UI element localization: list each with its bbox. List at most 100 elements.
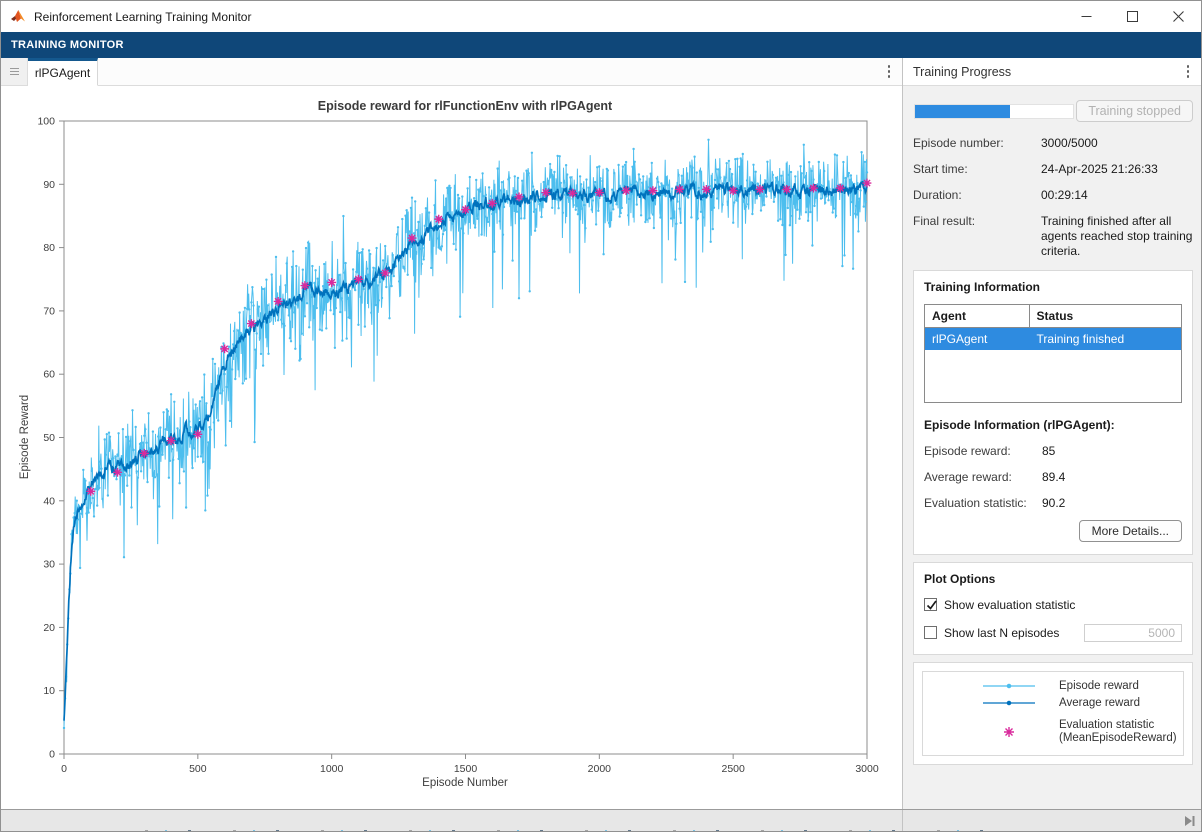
- stat-label: Average reward:: [924, 470, 1042, 484]
- panel-header: Training Progress: [903, 58, 1202, 86]
- svg-text:500: 500: [189, 763, 207, 775]
- svg-text:100: 100: [37, 116, 55, 128]
- field-label: Final result:: [913, 214, 1041, 259]
- svg-text:1500: 1500: [454, 763, 478, 775]
- panel-title: Training Progress: [903, 65, 1011, 79]
- start-time-row: Start time: 24-Apr-2025 21:26:33: [913, 162, 1193, 177]
- svg-text:60: 60: [43, 369, 55, 381]
- show-evaluation-statistic-option[interactable]: Show evaluation statistic: [924, 598, 1182, 612]
- legend-item-evaluation-statistic: Evaluation statistic (MeanEpisodeReward): [963, 719, 1179, 745]
- average-reward-row: Average reward: 89.4: [924, 470, 1182, 484]
- checkbox[interactable]: [924, 598, 937, 611]
- evaluation-statistic-row: Evaluation statistic: 90.2: [924, 496, 1182, 510]
- kebab-menu-icon: [1187, 65, 1190, 68]
- tab-rlpgagent[interactable]: rlPGAgent: [28, 58, 98, 86]
- toolstrip-tab-training-monitor[interactable]: TRAINING MONITOR: [1, 39, 124, 51]
- legend-label: Episode reward: [1059, 680, 1139, 693]
- more-details-button[interactable]: More Details...: [1079, 520, 1182, 542]
- chart-title: Episode reward for rlFunctionEnv with rl…: [318, 99, 613, 113]
- svg-text:2000: 2000: [588, 763, 612, 775]
- field-value: Training finished after all agents reach…: [1041, 214, 1193, 259]
- app-window: Reinforcement Learning Training Monitor …: [0, 0, 1202, 832]
- legend-item-average-reward: Average reward: [963, 697, 1179, 710]
- x-axis-label: Episode Number: [422, 777, 508, 789]
- show-last-n-episodes-option[interactable]: Show last N episodes: [924, 624, 1182, 642]
- final-result-row: Final result: Training finished after al…: [913, 214, 1193, 259]
- svg-text:50: 50: [43, 432, 55, 444]
- y-axis-label: Episode Reward: [19, 395, 31, 479]
- episode-number-row: Episode number: 3000/5000: [913, 136, 1193, 151]
- minimize-icon: [1081, 11, 1092, 22]
- section-title: Training Information: [924, 280, 1182, 294]
- tab-options-menu[interactable]: [876, 58, 902, 85]
- close-button[interactable]: [1155, 1, 1201, 32]
- svg-text:1000: 1000: [320, 763, 344, 775]
- svg-text:10: 10: [43, 685, 55, 697]
- episode-info-title: Episode Information (rlPGAgent):: [924, 418, 1182, 432]
- legend-label: Average reward: [1059, 697, 1140, 710]
- table-row[interactable]: rlPGAgent Training finished: [925, 328, 1182, 351]
- average-reward-line-swatch-icon: [965, 697, 1053, 709]
- legend-item-episode-reward: Episode reward: [963, 680, 1179, 693]
- agents-table: Agent Status rlPGAgent Training finished: [924, 304, 1182, 403]
- main-area: Episode reward for rlFunctionEnv with rl…: [1, 86, 1201, 809]
- agent-cell: rlPGAgent: [925, 328, 1030, 351]
- field-value: 3000/5000: [1041, 136, 1193, 151]
- document-tab-bar: rlPGAgent: [1, 58, 902, 86]
- training-stopped-button[interactable]: Training stopped: [1076, 100, 1193, 122]
- window-title: Reinforcement Learning Training Monitor: [34, 10, 251, 24]
- column-header-agent: Agent: [925, 305, 1030, 328]
- legend-box: Episode reward Average reward: [922, 671, 1184, 756]
- check-icon: [925, 598, 939, 612]
- svg-text:80: 80: [43, 242, 55, 254]
- stat-label: Episode reward:: [924, 444, 1042, 458]
- svg-text:2500: 2500: [721, 763, 745, 775]
- episode-reward-line-swatch-icon: [965, 680, 1053, 692]
- checkbox-label: Show evaluation statistic: [944, 598, 1075, 612]
- panel-divider: [902, 810, 903, 832]
- toolstrip-tab-bar: TRAINING MONITOR: [1, 32, 1201, 58]
- plot-options-card: Plot Options Show evaluation statistic: [913, 562, 1193, 655]
- training-information-card: Training Information Agent Status rlPGAg…: [913, 270, 1193, 555]
- svg-text:20: 20: [43, 622, 55, 634]
- chart-panel: Episode reward for rlFunctionEnv with rl…: [1, 86, 902, 809]
- expand-panel-button[interactable]: [1183, 814, 1195, 828]
- field-label: Duration:: [913, 188, 1041, 203]
- asterisk-marker-icon: [965, 723, 1053, 741]
- field-value: 00:29:14: [1041, 188, 1193, 203]
- svg-text:3000: 3000: [855, 763, 879, 775]
- reward-chart[interactable]: Episode reward for rlFunctionEnv with rl…: [1, 86, 902, 809]
- title-bar: Reinforcement Learning Training Monitor: [1, 1, 1201, 32]
- duration-row: Duration: 00:29:14: [913, 188, 1193, 203]
- stat-value: 85: [1042, 444, 1055, 458]
- legend-card: Episode reward Average reward: [913, 662, 1193, 765]
- stat-label: Evaluation statistic:: [924, 496, 1042, 510]
- svg-text:0: 0: [49, 749, 55, 761]
- column-header-status: Status: [1029, 305, 1181, 328]
- last-n-episodes-input[interactable]: [1084, 624, 1182, 642]
- panel-grip-icon[interactable]: [1, 58, 28, 85]
- empty-table-area: [925, 350, 1182, 402]
- close-icon: [1173, 11, 1184, 22]
- legend-label: Evaluation statistic (MeanEpisodeReward): [1059, 719, 1177, 745]
- panel-options-menu[interactable]: [1173, 58, 1202, 85]
- episode-reward-row: Episode reward: 85: [924, 444, 1182, 458]
- minimize-button[interactable]: [1063, 1, 1109, 32]
- checkbox-label: Show last N episodes: [944, 626, 1059, 640]
- collapsed-bottom-strip: [1, 809, 1201, 832]
- maximize-icon: [1127, 11, 1138, 22]
- progress-fill: [915, 105, 1010, 118]
- svg-text:0: 0: [61, 763, 67, 775]
- field-value: 24-Apr-2025 21:26:33: [1041, 162, 1193, 177]
- svg-text:70: 70: [43, 305, 55, 317]
- section-title: Plot Options: [924, 572, 1182, 586]
- field-label: Episode number:: [913, 136, 1041, 151]
- stat-value: 89.4: [1042, 470, 1065, 484]
- stat-value: 90.2: [1042, 496, 1065, 510]
- field-label: Start time:: [913, 162, 1041, 177]
- kebab-menu-icon: [888, 65, 891, 68]
- checkbox[interactable]: [924, 626, 937, 639]
- training-progress-bar: [914, 104, 1074, 119]
- maximize-button[interactable]: [1109, 1, 1155, 32]
- svg-text:90: 90: [43, 179, 55, 191]
